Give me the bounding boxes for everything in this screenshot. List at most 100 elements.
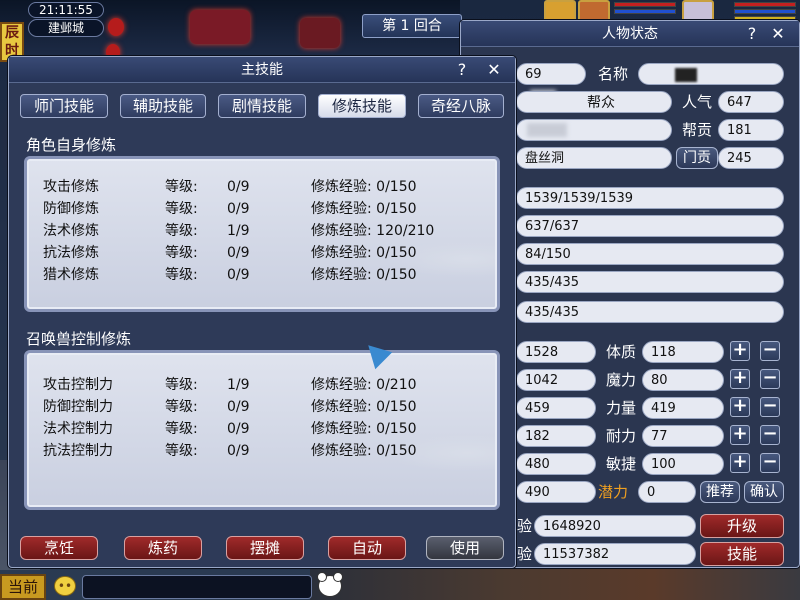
close-icon[interactable]: ✕ <box>483 59 505 81</box>
level-label: 等级: <box>165 377 198 393</box>
level-label: 等级: <box>165 267 198 283</box>
stat-value: 459 <box>516 397 596 419</box>
player-hp-bar <box>734 2 796 7</box>
stat-label: 体质 <box>606 343 637 361</box>
cultivation-level: 0/9 <box>227 421 250 437</box>
help-icon[interactable]: ? <box>741 23 763 45</box>
plus-button[interactable]: + <box>730 369 750 389</box>
use-button[interactable]: 使用 <box>426 536 504 560</box>
energy-field: 435/435 <box>516 301 784 323</box>
plus-button[interactable]: + <box>730 341 750 361</box>
exp-label-text: 修炼经验: <box>311 267 372 283</box>
exp-label: 修炼经验: 0/150 <box>311 265 417 285</box>
cultivation-level: 0/9 <box>227 179 250 195</box>
level-label: 等级: <box>165 201 198 217</box>
section-title-self-cultivation: 角色自身修炼 <box>26 136 117 154</box>
minus-button[interactable]: − <box>760 341 780 361</box>
cultivation-exp: 0/150 <box>376 443 417 459</box>
faction-contrib-field: 245 <box>718 147 784 169</box>
redacted-title <box>527 123 567 137</box>
tab-meridian-skills[interactable]: 奇经八脉 <box>418 94 504 118</box>
cultivation-name: 法术修炼 <box>43 223 99 239</box>
stat-attr: 118 <box>642 341 724 363</box>
plus-button[interactable]: + <box>730 425 750 445</box>
chat-input[interactable] <box>82 575 312 599</box>
stat-value: 1528 <box>516 341 596 363</box>
game-clock: 21:11:55 <box>28 2 104 18</box>
recommend-button[interactable]: 推荐 <box>700 481 740 503</box>
tab-cultivation-skills[interactable]: 修炼技能 <box>318 94 406 118</box>
stat-label: 敏捷 <box>606 455 637 473</box>
level-label: 等级: <box>165 179 198 195</box>
cultivation-level: 0/9 <box>227 399 250 415</box>
minus-button[interactable]: − <box>760 453 780 473</box>
stat-label: 耐力 <box>606 427 637 445</box>
stall-button[interactable]: 摆摊 <box>226 536 304 560</box>
confirm-button[interactable]: 确认 <box>744 481 784 503</box>
cultivation-exp: 0/150 <box>376 201 417 217</box>
exp-label: 修炼经验: 120/210 <box>311 221 434 241</box>
name-field <box>638 63 784 85</box>
faction-field: 盘丝洞 <box>516 147 672 169</box>
lantern-decoration <box>300 18 340 48</box>
player-mp-bar <box>734 9 796 14</box>
cooking-button[interactable]: 烹饪 <box>20 536 98 560</box>
alchemy-button[interactable]: 炼药 <box>124 536 202 560</box>
auto-button[interactable]: 自动 <box>328 536 406 560</box>
tab-faction-skills[interactable]: 师门技能 <box>20 94 108 118</box>
upgrade-button[interactable]: 升级 <box>700 514 784 538</box>
cultivation-name: 攻击修炼 <box>43 179 99 195</box>
exp-label: 修炼经验: 0/150 <box>311 199 417 219</box>
stat-value: 182 <box>516 425 596 447</box>
exp-label-text: 修炼经验: <box>311 377 372 393</box>
skill-panel-title: 主技能 <box>241 62 283 78</box>
mp-field: 637/637 <box>516 215 784 237</box>
contribution-field: 181 <box>718 119 784 141</box>
gang-label: 帮众 <box>587 95 615 111</box>
cultivation-exp: 0/150 <box>376 179 417 195</box>
chat-emoji-icon[interactable]: •• <box>54 576 76 596</box>
name-label: 名称 <box>598 65 629 83</box>
potential-field: 0 <box>638 481 696 503</box>
section-title-pet-cultivation: 召唤兽控制修炼 <box>26 330 132 348</box>
level-label: 等级: <box>165 399 198 415</box>
self-cultivation-box: 攻击修炼 等级: 0/9 修炼经验: 0/150 防御修炼 等级: 0/9 修炼… <box>24 156 500 312</box>
cultivation-name: 攻击控制力 <box>43 377 113 393</box>
cultivation-exp: 0/150 <box>376 421 417 437</box>
exp-label-text: 修炼经验: <box>311 399 372 415</box>
map-name[interactable]: 建邺城 <box>28 19 104 37</box>
cultivation-level: 0/9 <box>227 245 250 261</box>
battle-round-indicator: 第 1 回合 <box>362 14 462 38</box>
plus-button[interactable]: + <box>730 453 750 473</box>
skill-button[interactable]: 技能 <box>700 542 784 566</box>
stat-attr: 419 <box>642 397 724 419</box>
minus-button[interactable]: − <box>760 369 780 389</box>
title-field <box>516 119 672 141</box>
faction-contrib-button[interactable]: 门贡 <box>676 147 718 169</box>
chat-channel-button[interactable]: 当前 <box>0 574 46 600</box>
cultivation-exp: 0/150 <box>376 245 417 261</box>
tab-support-skills[interactable]: 辅助技能 <box>120 94 206 118</box>
pet-cultivation-box: 攻击控制力 等级: 1/9 修炼经验: 0/210 防御控制力 等级: 0/9 … <box>24 350 500 510</box>
exp-label: 修炼经验: 0/150 <box>311 243 417 263</box>
pet-mp-bar <box>614 9 676 14</box>
popularity-field: 647 <box>718 91 784 113</box>
exp-label-text: 修炼经验: <box>311 443 372 459</box>
minus-button[interactable]: − <box>760 425 780 445</box>
stat-value: 1042 <box>516 369 596 391</box>
minus-button[interactable]: − <box>760 397 780 417</box>
stat-value: 480 <box>516 453 596 475</box>
level-label: 等级: <box>165 245 198 261</box>
bear-mascot-icon[interactable] <box>317 572 343 597</box>
tab-story-skills[interactable]: 剧情技能 <box>218 94 306 118</box>
bottom-scene-strip <box>310 566 800 600</box>
exp-label: 修炼经验: 0/150 <box>311 397 417 417</box>
plus-button[interactable]: + <box>730 397 750 417</box>
help-icon[interactable]: ? <box>451 59 473 81</box>
level-label: 等级: <box>165 223 198 239</box>
redacted-name <box>675 68 697 82</box>
close-icon[interactable]: ✕ <box>767 23 789 45</box>
exp-field: 1648920 <box>534 515 696 537</box>
skill-panel-title-bar[interactable]: 主技能 <box>9 57 515 83</box>
cultivation-name: 防御修炼 <box>43 201 99 217</box>
